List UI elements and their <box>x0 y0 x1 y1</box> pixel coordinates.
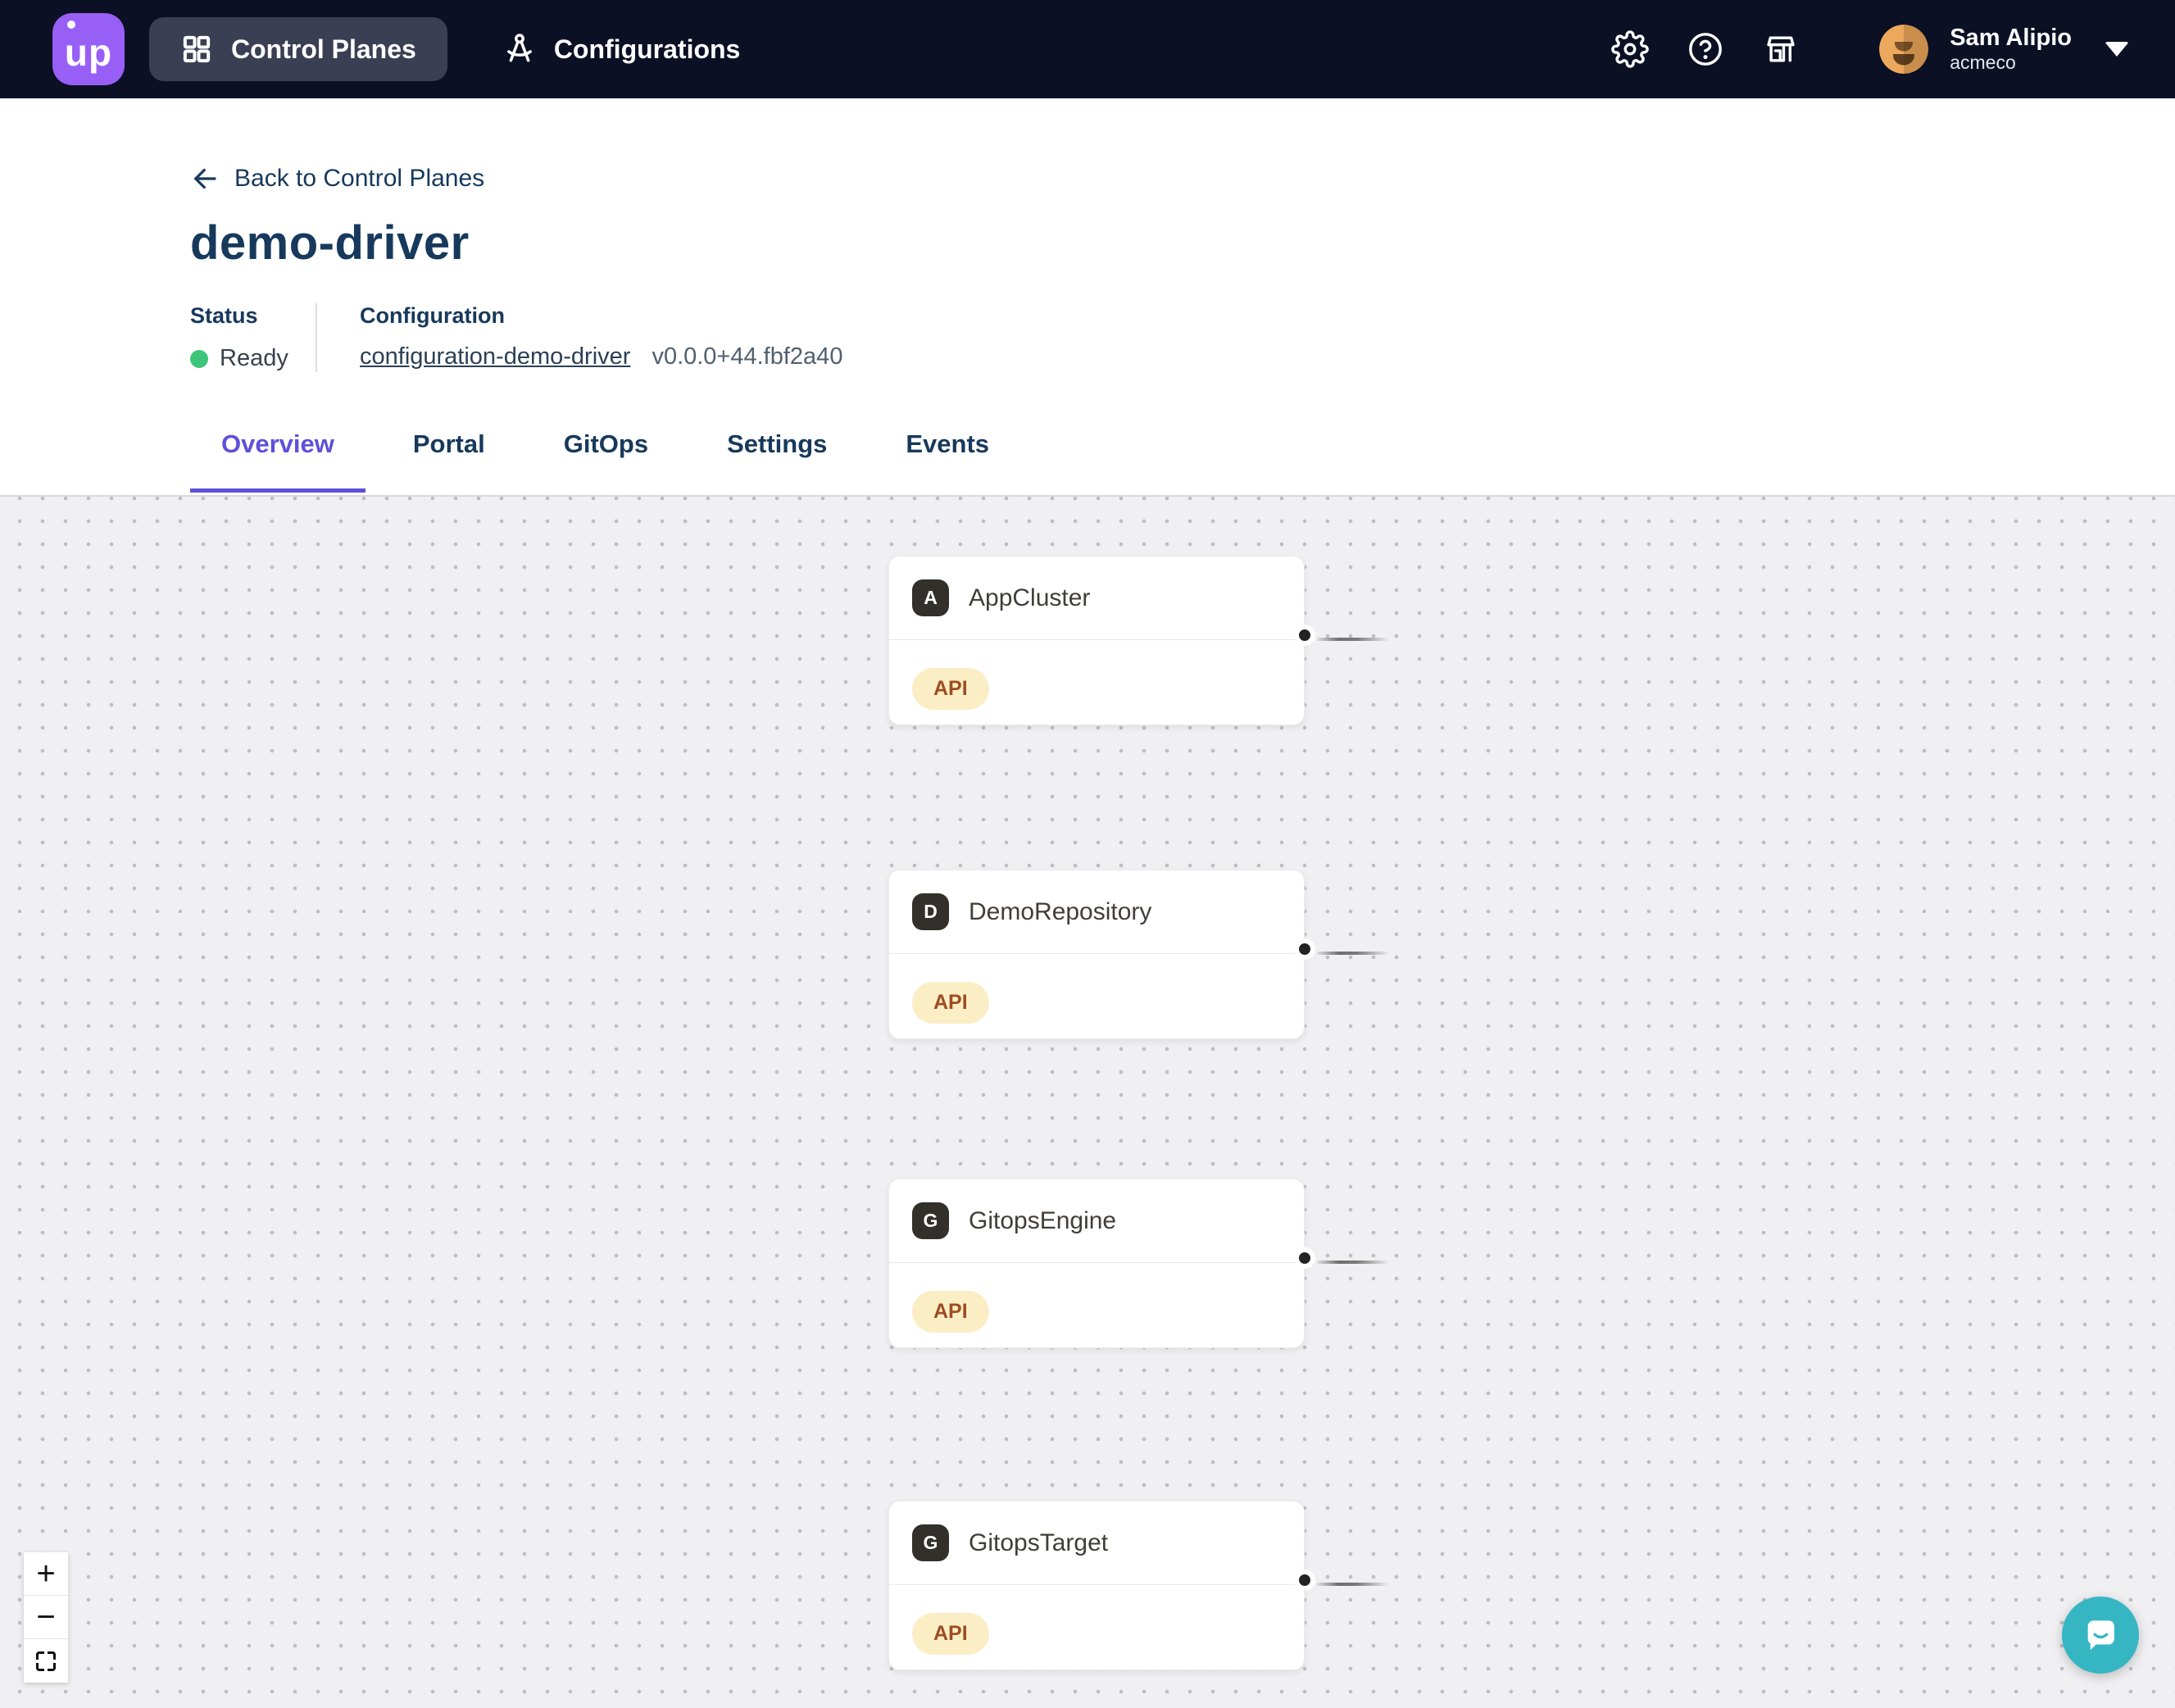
node-demorepository[interactable]: D DemoRepository API <box>888 870 1305 1039</box>
api-badge: API <box>912 1613 989 1655</box>
nav-item-control-planes[interactable]: Control Planes <box>149 17 447 81</box>
back-to-control-planes-link[interactable]: Back to Control Planes <box>190 164 484 193</box>
configuration-section: Configuration configuration-demo-driver … <box>360 303 842 372</box>
back-link-label: Back to Control Planes <box>234 165 484 193</box>
page-title: demo-driver <box>190 216 2175 270</box>
user-name: Sam Alipio <box>1950 25 2072 52</box>
node-name: DemoRepository <box>969 898 1151 926</box>
gear-icon <box>1611 30 1649 68</box>
node-initial-icon: A <box>912 579 949 616</box>
nav-item-label: Configurations <box>554 34 741 65</box>
tab-overview[interactable]: Overview <box>190 429 366 493</box>
marketplace-button[interactable] <box>1761 30 1800 69</box>
compass-icon <box>502 31 538 67</box>
api-badge: API <box>912 1291 989 1333</box>
node-initial-icon: G <box>912 1524 949 1561</box>
meta-row: Status Ready Configuration configuration… <box>190 303 2175 372</box>
connector-handle[interactable] <box>1299 1252 1310 1264</box>
node-name: GitopsTarget <box>969 1529 1108 1557</box>
node-initial-icon: D <box>912 893 949 930</box>
node-gitopsengine[interactable]: G GitopsEngine API <box>888 1179 1305 1348</box>
connector-handle[interactable] <box>1299 1574 1310 1586</box>
node-gitopstarget[interactable]: G GitopsTarget API <box>888 1501 1305 1670</box>
node-appcluster[interactable]: A AppCluster API <box>888 556 1305 725</box>
user-org: acmeco <box>1950 52 2072 73</box>
avatar <box>1879 25 1928 74</box>
top-navbar: up Control Planes Configurations <box>0 0 2175 98</box>
chevron-down-icon <box>2105 42 2129 57</box>
connector-edge <box>1317 638 1389 641</box>
arrow-left-icon <box>190 164 220 193</box>
canvas-zoom-controls: + − <box>24 1552 68 1683</box>
configuration-link[interactable]: configuration-demo-driver <box>360 343 630 370</box>
user-names: Sam Alipio acmeco <box>1950 25 2072 74</box>
resource-graph-canvas[interactable]: A AppCluster API D DemoRepository API G … <box>0 495 2175 1708</box>
connector-handle[interactable] <box>1299 629 1310 641</box>
tab-gitops[interactable]: GitOps <box>533 429 679 493</box>
settings-button[interactable] <box>1610 30 1650 69</box>
navbar-right: Sam Alipio acmeco <box>1574 25 2129 74</box>
tab-portal[interactable]: Portal <box>382 429 516 493</box>
tab-events[interactable]: Events <box>874 429 1020 493</box>
connector-handle[interactable] <box>1299 943 1310 955</box>
connector-edge <box>1317 952 1389 955</box>
node-initial-icon: G <box>912 1202 949 1239</box>
upbound-logo[interactable]: up <box>52 13 125 85</box>
help-button[interactable] <box>1686 30 1725 69</box>
nav-item-configurations[interactable]: Configurations <box>482 17 761 81</box>
tab-settings[interactable]: Settings <box>696 429 858 493</box>
storefront-icon <box>1762 30 1800 68</box>
status-dot <box>190 350 208 368</box>
configuration-label: Configuration <box>360 303 842 329</box>
nav-item-label: Control Planes <box>231 34 416 65</box>
upbound-logo-text: up <box>65 30 112 75</box>
grid-icon <box>180 33 213 66</box>
help-icon <box>1687 30 1724 68</box>
status-section: Status Ready <box>190 303 316 372</box>
zoom-out-icon: − <box>36 1601 55 1633</box>
meta-divider <box>316 303 317 372</box>
api-badge: API <box>912 668 989 710</box>
user-menu[interactable]: Sam Alipio acmeco <box>1879 25 2129 74</box>
connector-edge <box>1317 1583 1389 1586</box>
zoom-in-button[interactable]: + <box>24 1552 68 1596</box>
api-badge: API <box>912 982 989 1024</box>
node-name: GitopsEngine <box>969 1207 1116 1235</box>
control-plane-detail-page: { "navbar": { "logo_text": "up", "items"… <box>0 0 2175 1708</box>
node-name: AppCluster <box>969 584 1090 612</box>
chat-launcher-button[interactable] <box>2062 1597 2139 1674</box>
chat-bubble-icon <box>2082 1616 2119 1654</box>
fit-view-icon <box>34 1650 57 1673</box>
fit-view-button[interactable] <box>24 1639 68 1683</box>
zoom-in-icon: + <box>36 1557 55 1590</box>
zoom-out-button[interactable]: − <box>24 1596 68 1639</box>
tab-bar: Overview Portal GitOps Settings Events <box>190 429 1037 493</box>
status-label: Status <box>190 303 316 329</box>
configuration-version: v0.0.0+44.fbf2a40 <box>652 343 842 370</box>
status-value: Ready <box>220 345 288 372</box>
connector-edge <box>1317 1261 1389 1264</box>
